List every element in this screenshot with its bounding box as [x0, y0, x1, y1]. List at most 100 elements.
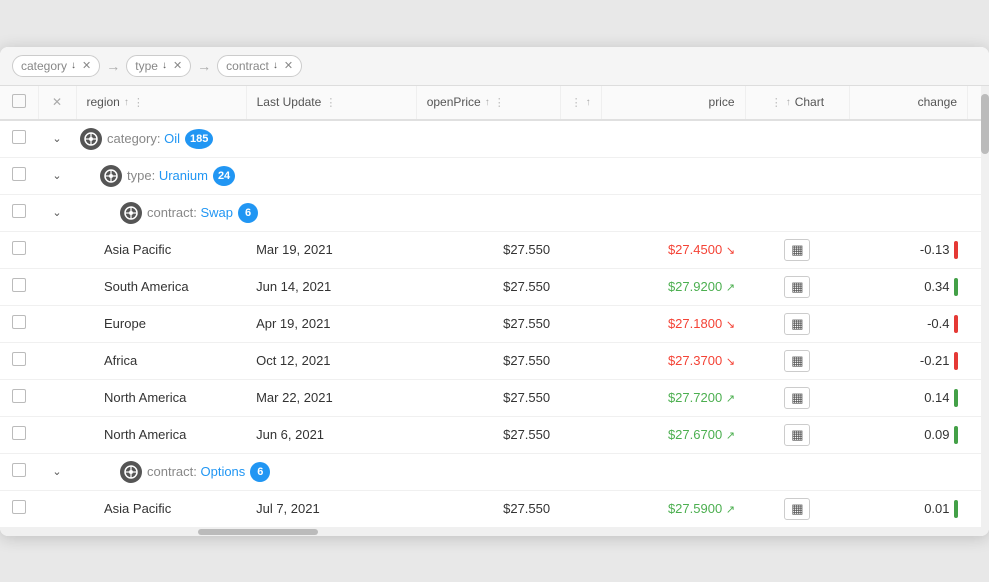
row-checkbox[interactable] — [12, 389, 26, 403]
table-row: North America Mar 22, 2021 $27.550 $27.7… — [0, 379, 989, 416]
hscroll-thumb[interactable] — [198, 529, 318, 535]
expand-all-icon[interactable]: ✕ — [49, 95, 66, 109]
th-chart-sort-icon[interactable]: ↑ — [786, 97, 791, 108]
th-open-price-sort-icon[interactable]: ↑ — [485, 97, 490, 108]
filter-chip-type[interactable]: type ↓ ✕ — [126, 55, 191, 77]
group-badge: contract: Options 6 — [120, 461, 270, 483]
row-cb — [0, 490, 38, 527]
change-value: -0.4 — [927, 316, 949, 331]
group-icon — [120, 461, 142, 483]
table-row: Asia Pacific Mar 19, 2021 $27.550 $27.45… — [0, 231, 989, 268]
row-open-price: $27.550 — [416, 305, 560, 342]
row-cb — [0, 268, 38, 305]
table-container: ✕ region ↑ ⋮ Last Update ⋮ — [0, 86, 989, 528]
group-label: contract: Swap — [147, 205, 233, 220]
price-arrow-icon: ↗ — [726, 504, 735, 516]
chip-contract-close[interactable]: ✕ — [284, 59, 293, 72]
row-checkbox[interactable] — [12, 278, 26, 292]
th-region-menu-icon[interactable]: ⋮ — [133, 96, 144, 109]
row-open-price: $27.550 — [416, 268, 560, 305]
th-chart-menu-icon[interactable]: ⋮ — [771, 96, 782, 109]
chip-category-arrow: ↓ — [71, 60, 76, 71]
th-open-price: openPrice ↑ ⋮ — [416, 86, 560, 120]
row-price: $27.3700 ↘ — [601, 342, 745, 379]
row-checkbox[interactable] — [12, 241, 26, 255]
group-count: 24 — [213, 166, 235, 186]
group-expand-cell: ⌄ — [38, 120, 76, 158]
group-expand-btn[interactable]: ⌄ — [48, 167, 66, 185]
chart-button[interactable]: ▦ — [784, 498, 810, 520]
price-value: $27.4500 — [668, 242, 722, 257]
vertical-scrollbar[interactable] — [981, 86, 989, 528]
header-checkbox[interactable] — [12, 94, 26, 108]
group-expand-btn[interactable]: ⌄ — [48, 463, 66, 481]
row-open-price: $27.550 — [416, 490, 560, 527]
chip-category-close[interactable]: ✕ — [82, 59, 91, 72]
group-count: 6 — [238, 203, 258, 223]
group-cb — [0, 453, 38, 490]
row-expand — [38, 379, 76, 416]
th-chart-label: Chart — [795, 95, 824, 109]
table-row: ⌄ contract: Options 6 — [0, 453, 989, 490]
change-value: 0.34 — [924, 279, 949, 294]
chip-contract-label: contract — [226, 59, 269, 73]
row-last-update: Jul 7, 2021 — [246, 490, 416, 527]
filter-arrow-1: → — [106, 58, 120, 74]
row-col5 — [560, 342, 601, 379]
change-bar — [954, 500, 958, 518]
group-key: contract: — [147, 464, 197, 479]
group-cb — [0, 157, 38, 194]
horizontal-scrollbar[interactable] — [0, 528, 989, 536]
group-expand-btn[interactable]: ⌄ — [48, 204, 66, 222]
th-region-sort-icon[interactable]: ↑ — [124, 97, 129, 108]
group-label: type: Uranium — [127, 168, 208, 183]
row-cb — [0, 342, 38, 379]
row-checkbox[interactable] — [12, 315, 26, 329]
row-checkbox[interactable] — [12, 426, 26, 440]
th-open-price-menu-icon[interactable]: ⋮ — [494, 96, 505, 109]
chart-button[interactable]: ▦ — [784, 350, 810, 372]
filter-chip-category[interactable]: category ↓ ✕ — [12, 55, 100, 77]
row-region: Europe — [76, 305, 246, 342]
group-expand-btn[interactable]: ⌄ — [48, 130, 66, 148]
group-icon — [120, 202, 142, 224]
chart-button[interactable]: ▦ — [784, 276, 810, 298]
change-bar — [954, 278, 958, 296]
th-col5-sort-icon[interactable]: ↑ — [586, 97, 591, 108]
group-expand-cell: ⌄ — [38, 194, 76, 231]
th-col5-menu-icon[interactable]: ⋮ — [571, 96, 582, 109]
th-last-update-menu-icon[interactable]: ⋮ — [325, 96, 336, 109]
price-arrow-icon: ↘ — [726, 319, 735, 331]
row-price: $27.1800 ↘ — [601, 305, 745, 342]
group-value: Oil — [164, 131, 180, 146]
chart-button[interactable]: ▦ — [784, 424, 810, 446]
row-cb — [0, 231, 38, 268]
th-change: change — [850, 86, 968, 120]
filter-bar: category ↓ ✕ → type ↓ ✕ → contract ↓ ✕ — [0, 47, 989, 86]
row-last-update: Jun 6, 2021 — [246, 416, 416, 453]
price-value: $27.7200 — [668, 390, 722, 405]
row-checkbox[interactable] — [12, 500, 26, 514]
group-checkbox[interactable] — [12, 463, 26, 477]
group-label-cell: type: Uranium 24 — [76, 157, 989, 194]
filter-chip-contract[interactable]: contract ↓ ✕ — [217, 55, 302, 77]
group-checkbox[interactable] — [12, 204, 26, 218]
row-region: Asia Pacific — [76, 490, 246, 527]
chart-button[interactable]: ▦ — [784, 313, 810, 335]
row-expand — [38, 490, 76, 527]
chip-type-close[interactable]: ✕ — [173, 59, 182, 72]
row-open-price: $27.550 — [416, 416, 560, 453]
scrollbar-thumb[interactable] — [981, 94, 989, 154]
change-bar — [954, 241, 958, 259]
chart-button[interactable]: ▦ — [784, 387, 810, 409]
change-bar — [954, 389, 958, 407]
chart-button[interactable]: ▦ — [784, 239, 810, 261]
th-price-label: price — [709, 95, 735, 109]
row-checkbox[interactable] — [12, 352, 26, 366]
group-label-cell: contract: Swap 6 — [76, 194, 989, 231]
row-col5 — [560, 268, 601, 305]
table-row: ⌄ category: Oil 185 — [0, 120, 989, 158]
group-checkbox[interactable] — [12, 130, 26, 144]
group-checkbox[interactable] — [12, 167, 26, 181]
row-chart: ▦ — [745, 342, 850, 379]
